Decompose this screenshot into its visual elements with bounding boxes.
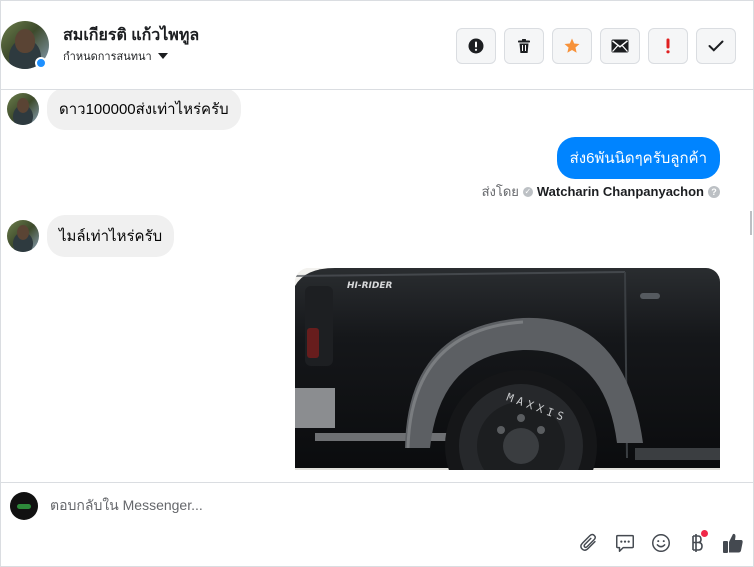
mark-important-button[interactable]: [648, 28, 688, 64]
report-icon: [468, 38, 484, 54]
star-button[interactable]: [552, 28, 592, 64]
delete-button[interactable]: [504, 28, 544, 64]
saved-replies-button[interactable]: [613, 531, 637, 555]
schedule-label: กำหนดการสนทนา: [63, 51, 152, 63]
page-avatar: [10, 492, 38, 520]
smiley-icon: [652, 534, 670, 552]
outgoing-message-bubble[interactable]: ส่ง6พันนิดๆครับลูกค้า: [556, 137, 720, 179]
composer-tools: [577, 530, 745, 555]
mail-button[interactable]: [600, 28, 640, 64]
reply-input[interactable]: [50, 497, 610, 513]
star-icon: [564, 38, 580, 53]
pickup-truck-photo: MAXXIS HI-RIDER: [295, 268, 720, 470]
chat-bubble-icon: [616, 534, 634, 552]
incoming-message: ดาว100000ส่งเท่าไหร่ครับ: [7, 90, 241, 130]
photo-attachment[interactable]: MAXXIS HI-RIDER: [295, 268, 720, 470]
report-button[interactable]: [456, 28, 496, 64]
sent-by-info: ส่งโดย ✓ Watcharin Chanpanyachon ?: [482, 181, 720, 202]
emoji-button[interactable]: [649, 531, 673, 555]
mark-done-button[interactable]: [696, 28, 736, 64]
sent-by-label: ส่งโดย: [481, 184, 519, 199]
messenger-window: สมเกียรติ แก้วไพทูล กำหนดการสนทนา ดาว100…: [0, 0, 754, 567]
message-thread: ดาว100000ส่งเท่าไหร่ครับ ส่ง6พันนิดๆครับ…: [1, 90, 753, 470]
caret-down-icon: [157, 53, 168, 59]
thumbs-up-icon: [723, 533, 743, 553]
badge-text: HI-RIDER: [347, 281, 393, 291]
message-bubble[interactable]: ไมล์เท่าไหร่ครับ: [47, 215, 175, 257]
delete-icon: [518, 39, 530, 53]
header-actions: [456, 28, 736, 64]
paperclip-icon: [580, 533, 596, 551]
mail-icon: [611, 39, 629, 53]
attach-button[interactable]: [577, 531, 601, 555]
check-icon: [708, 40, 724, 52]
help-icon[interactable]: ?: [708, 185, 720, 198]
like-button[interactable]: [721, 531, 745, 555]
contact-name[interactable]: สมเกียรติ แก้วไพทูล: [63, 23, 199, 48]
verified-icon: ✓: [522, 186, 533, 197]
mark-important-icon: [666, 38, 670, 54]
sender-avatar[interactable]: [7, 220, 39, 252]
notification-dot: [701, 530, 708, 537]
payment-button[interactable]: [685, 530, 709, 555]
status-indicator: [35, 57, 47, 69]
conversation-header: สมเกียรติ แก้วไพทูล กำหนดการสนทนา: [1, 1, 753, 90]
conversation-schedule-dropdown[interactable]: กำหนดการสนทนา: [63, 47, 168, 65]
message-bubble[interactable]: ดาว100000ส่งเท่าไหร่ครับ: [47, 90, 241, 130]
sender-name[interactable]: Watcharin Chanpanyachon: [537, 184, 704, 199]
incoming-message: ไมล์เท่าไหร่ครับ: [7, 215, 175, 257]
message-composer: [1, 482, 753, 566]
sender-avatar[interactable]: [7, 93, 39, 125]
